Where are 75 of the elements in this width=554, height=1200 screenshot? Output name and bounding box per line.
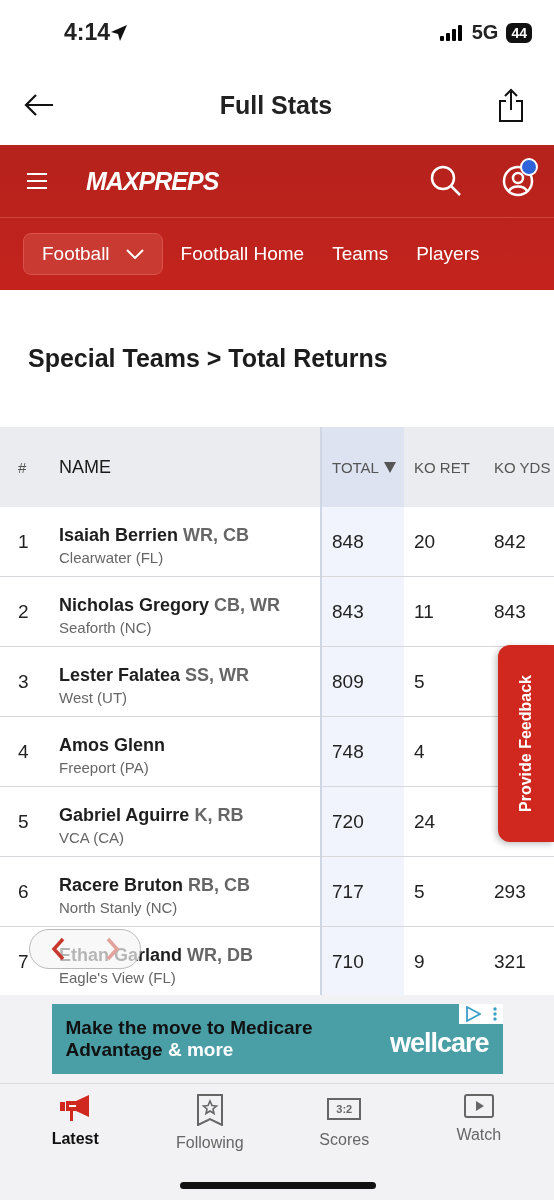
- rank-cell: 7: [18, 950, 29, 973]
- tab-bar-item[interactable]: Watch: [411, 1092, 546, 1153]
- rank-cell: 3: [18, 670, 29, 693]
- rank-cell: 1: [18, 530, 29, 553]
- nav-link[interactable]: Players: [416, 243, 480, 265]
- network-label: 5G: [471, 21, 499, 44]
- scoreboard-icon: 3:2: [327, 1098, 362, 1120]
- ad-choices-icon[interactable]: [464, 1006, 481, 1022]
- nav-link[interactable]: Football Home: [180, 243, 305, 265]
- school-name: Seaforth (NC): [59, 619, 152, 636]
- nav-link[interactable]: Teams: [332, 243, 389, 265]
- search-icon[interactable]: [430, 165, 462, 197]
- feedback-tab[interactable]: Provide Feedback: [498, 645, 554, 842]
- stat-cell: 20: [414, 530, 436, 553]
- stat-cell: 293: [494, 880, 526, 903]
- stat-cell: 842: [494, 530, 526, 553]
- player-name[interactable]: Isaiah Berrien WR, CB: [59, 525, 250, 546]
- chevron-down-icon: [125, 249, 144, 259]
- stat-cell: 4: [414, 740, 425, 763]
- stat-cell: 717: [332, 880, 364, 903]
- location-arrow-icon: [110, 23, 129, 42]
- play-icon: [463, 1094, 494, 1118]
- tab-bar-item[interactable]: Latest: [8, 1092, 143, 1153]
- battery-icon: 44: [506, 22, 532, 43]
- ad-headline: Make the move to Medicare Advantage & more: [65, 1017, 314, 1061]
- stat-cell: 809: [332, 670, 364, 693]
- stat-cell: 9: [414, 950, 425, 973]
- stat-cell: 848: [332, 530, 364, 553]
- stat-cell: 321: [494, 950, 526, 973]
- stat-cell: 843: [332, 600, 364, 623]
- back-arrow-icon[interactable]: [24, 94, 54, 116]
- player-name[interactable]: Amos Glenn: [59, 735, 165, 756]
- account-icon[interactable]: [502, 165, 534, 197]
- school-name: Clearwater (FL): [59, 549, 164, 566]
- column-header[interactable]: KO RET: [414, 458, 470, 476]
- ad-banner[interactable]: Make the move to Medicare Advantage & more wellcare: [51, 1004, 503, 1074]
- more-options-icon[interactable]: [492, 1007, 497, 1021]
- stat-cell: 710: [332, 950, 364, 973]
- stat-cell: 5: [414, 670, 425, 693]
- time: 4:14: [64, 19, 111, 46]
- rank-cell: 2: [18, 600, 29, 623]
- tab-bar-item[interactable]: 3:2 Scores: [277, 1092, 412, 1153]
- stat-cell: 720: [332, 810, 364, 833]
- column-header[interactable]: #: [18, 458, 27, 476]
- school-name: West (UT): [59, 689, 128, 706]
- section-title: Special Teams > Total Returns: [28, 344, 388, 373]
- stat-cell: 24: [414, 810, 436, 833]
- stat-cell: 11: [414, 600, 434, 623]
- tab-bar-item[interactable]: Following: [142, 1092, 277, 1153]
- megaphone-icon: [59, 1094, 92, 1122]
- screen-title: Full Stats: [218, 90, 334, 120]
- player-name[interactable]: Ethan Garland WR, DB: [59, 945, 254, 966]
- rank-cell: 5: [18, 810, 29, 833]
- rank-cell: 4: [18, 740, 29, 763]
- share-icon[interactable]: [498, 88, 524, 122]
- stat-cell: 748: [332, 740, 364, 763]
- menu-icon[interactable]: [26, 172, 48, 190]
- player-name[interactable]: Nicholas Gregory CB, WR: [59, 595, 281, 616]
- rank-cell: 6: [18, 880, 29, 903]
- school-name: Freeport (PA): [59, 759, 149, 776]
- signal-icon: [439, 24, 464, 41]
- column-header[interactable]: NAME: [59, 456, 111, 478]
- player-name[interactable]: Gabriel Aguirre K, RB: [59, 805, 244, 826]
- bookmark-star-icon: [195, 1094, 224, 1126]
- player-name[interactable]: Lester Falatea SS, WR: [59, 665, 250, 686]
- ad-brand: wellcare: [389, 1027, 489, 1059]
- brand-logo[interactable]: MAXPREPS: [86, 166, 219, 196]
- school-name: Eagle's View (FL): [59, 969, 176, 986]
- school-name: North Stanly (NC): [59, 899, 178, 916]
- player-name[interactable]: Racere Bruton RB, CB: [59, 875, 251, 896]
- column-header[interactable]: KO YDS: [494, 458, 551, 476]
- stat-cell: 843: [494, 600, 526, 623]
- sport-dropdown[interactable]: Football: [23, 233, 163, 275]
- school-name: VCA (CA): [59, 829, 124, 846]
- stat-cell: 5: [414, 880, 425, 903]
